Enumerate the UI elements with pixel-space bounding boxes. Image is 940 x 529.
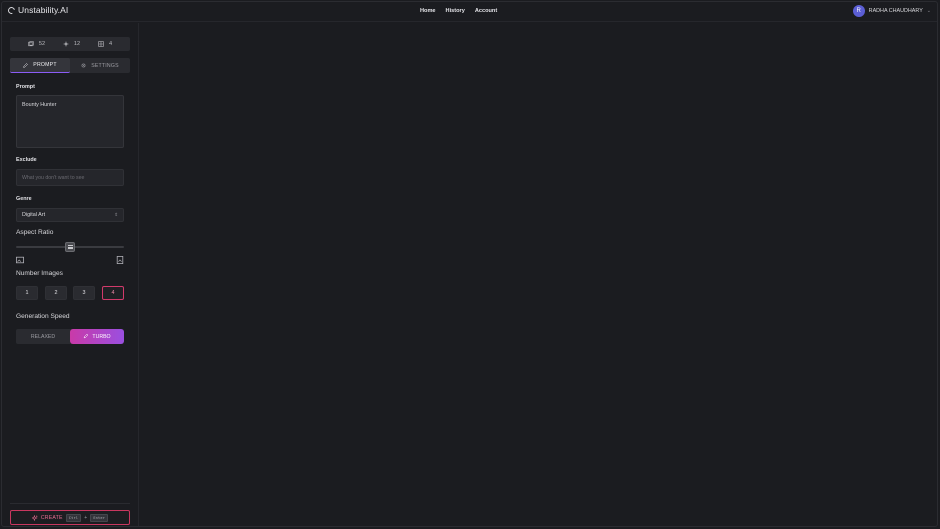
create-label: CREATE bbox=[40, 514, 63, 521]
tab-prompt[interactable]: PROMPT bbox=[10, 58, 70, 73]
number-option-4[interactable]: 4 bbox=[102, 286, 124, 300]
tab-settings[interactable]: SETTINGS bbox=[70, 58, 130, 73]
number-option-2[interactable]: 2 bbox=[45, 286, 67, 300]
genre-value: Digital Art bbox=[22, 212, 46, 218]
generation-speed-label: Generation Speed bbox=[16, 313, 70, 320]
prompt-label: Prompt bbox=[16, 84, 35, 90]
tab-settings-label: SETTINGS bbox=[91, 62, 119, 69]
stat-images: 52 bbox=[28, 41, 45, 47]
nav-history[interactable]: History bbox=[446, 8, 465, 14]
avatar: R bbox=[852, 5, 865, 17]
genre-select[interactable]: Digital Art ⇕ bbox=[16, 208, 124, 222]
user-menu[interactable]: R RADHA CHAUDHARY ⌄ bbox=[852, 5, 931, 17]
sidebar-divider bbox=[10, 503, 130, 504]
sparkle-icon bbox=[62, 41, 69, 47]
speed-relaxed[interactable]: RELAXED bbox=[16, 329, 70, 344]
select-arrows-icon: ⇕ bbox=[114, 211, 118, 217]
sidebar: 52 12 4 PROMPT SETTINGS Prompt Bounty Hu… bbox=[2, 23, 139, 526]
aspect-ratio-slider[interactable] bbox=[16, 242, 124, 252]
stats-bar: 52 12 4 bbox=[10, 37, 130, 51]
number-option-3[interactable]: 3 bbox=[73, 286, 95, 300]
app-logo[interactable]: Unstability.AI bbox=[6, 5, 69, 15]
app-name: Unstability.AI bbox=[18, 5, 69, 15]
number-option-1[interactable]: 1 bbox=[16, 286, 38, 300]
aspect-ratio-label: Aspect Ratio bbox=[16, 229, 54, 236]
speed-relaxed-label: RELAXED bbox=[30, 333, 56, 340]
sparkles-icon bbox=[31, 514, 38, 521]
enter-key: Enter bbox=[90, 513, 109, 522]
stat-grid-count: 4 bbox=[109, 41, 113, 47]
nav-account[interactable]: Account bbox=[475, 8, 497, 14]
nav-home[interactable]: Home bbox=[420, 8, 436, 14]
app-window: Unstability.AI Home History Account R RA… bbox=[1, 1, 938, 527]
exclude-label: Exclude bbox=[16, 157, 37, 163]
create-button[interactable]: CREATE Ctrl + Enter bbox=[10, 510, 130, 525]
stat-images-count: 52 bbox=[38, 41, 46, 47]
main-canvas bbox=[139, 23, 937, 526]
plus-sign: + bbox=[84, 514, 88, 521]
speed-turbo-label: TURBO bbox=[92, 333, 111, 340]
prompt-textarea[interactable]: Bounty Hunter bbox=[16, 95, 124, 148]
ctrl-key: Ctrl bbox=[65, 513, 82, 522]
main-nav: Home History Account bbox=[420, 8, 497, 14]
pencil-icon bbox=[23, 62, 29, 68]
user-name: RADHA CHAUDHARY bbox=[868, 8, 923, 14]
rocket-icon bbox=[84, 334, 89, 339]
generation-speed-toggle: RELAXED TURBO bbox=[16, 329, 124, 344]
stat-boosts: 12 bbox=[62, 41, 81, 47]
chevron-down-icon: ⌄ bbox=[926, 8, 931, 14]
sidebar-tabs: PROMPT SETTINGS bbox=[10, 58, 130, 73]
images-icon bbox=[28, 41, 34, 47]
exclude-input[interactable] bbox=[16, 169, 124, 186]
number-images-label: Number Images bbox=[16, 270, 63, 277]
top-header: Unstability.AI Home History Account R RA… bbox=[2, 2, 937, 22]
logo-icon bbox=[6, 5, 17, 15]
slider-handle[interactable] bbox=[65, 242, 75, 252]
genre-label: Genre bbox=[16, 196, 32, 202]
gear-icon bbox=[81, 63, 86, 68]
grid-icon bbox=[98, 41, 104, 47]
tab-prompt-label: PROMPT bbox=[33, 62, 57, 68]
landscape-ratio-icon[interactable] bbox=[16, 256, 24, 264]
portrait-ratio-icon[interactable] bbox=[116, 256, 124, 264]
stat-grid: 4 bbox=[98, 41, 112, 47]
speed-turbo[interactable]: TURBO bbox=[70, 329, 124, 344]
stat-boosts-count: 12 bbox=[73, 41, 81, 47]
